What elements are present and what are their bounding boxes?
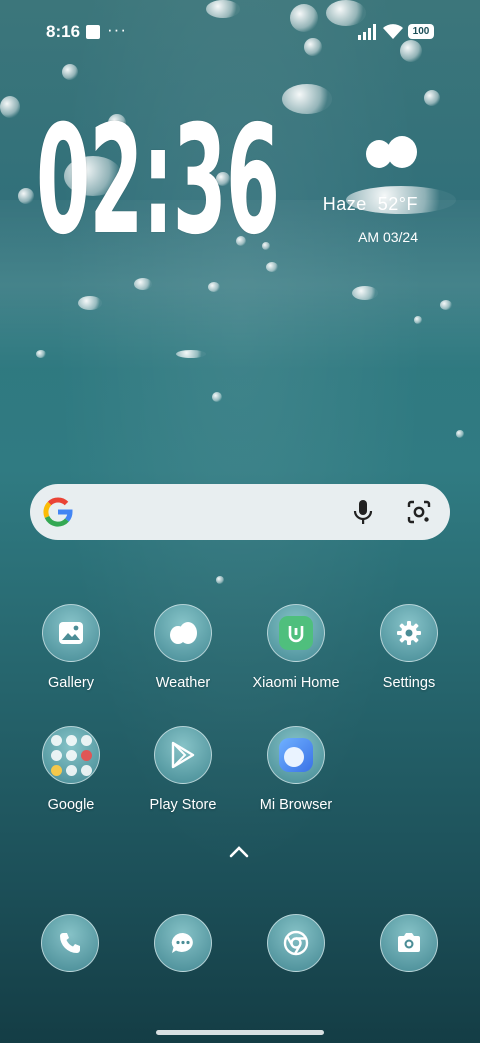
app-label: Settings	[382, 675, 436, 691]
weather-condition-temp: Haze 52°F	[323, 194, 418, 215]
app-label: Weather	[155, 675, 211, 691]
app-label: Xiaomi Home	[252, 675, 340, 691]
weather-temperature: 52°F	[377, 194, 418, 214]
status-time: 8:16	[46, 22, 81, 41]
app-label: Play Store	[149, 797, 217, 813]
dock-messages[interactable]	[154, 914, 212, 972]
home-indicator[interactable]	[156, 1030, 324, 1035]
app-label: Gallery	[48, 675, 94, 691]
weather-condition: Haze	[322, 194, 367, 214]
app-weather[interactable]: Weather	[128, 604, 238, 691]
xiaomi-home-icon	[267, 604, 325, 662]
wifi-icon	[383, 24, 403, 39]
google-search-bar[interactable]	[30, 484, 450, 540]
gallery-icon	[42, 604, 100, 662]
dock-phone[interactable]	[41, 914, 99, 972]
app-settings[interactable]: Settings	[354, 604, 464, 691]
app-mi-browser[interactable]: Mi Browser	[241, 726, 351, 813]
app-play-store[interactable]: Play Store	[128, 726, 238, 813]
signal-icon	[358, 24, 376, 40]
chrome-icon	[267, 914, 325, 972]
google-g-logo	[43, 497, 73, 527]
cloud-icon	[366, 136, 417, 168]
weather-icon	[154, 604, 212, 662]
app-label: Google	[47, 797, 95, 813]
gear-icon	[380, 604, 438, 662]
mic-icon[interactable]	[352, 499, 374, 525]
dock-camera[interactable]	[380, 914, 438, 972]
play-store-icon	[154, 726, 212, 784]
more-notifications-indicator: ···	[107, 20, 127, 39]
clock-widget[interactable]: 02:36	[36, 96, 280, 266]
camera-icon	[380, 914, 438, 972]
weather-updated: AM 03/24	[358, 229, 418, 245]
dock-chrome[interactable]	[267, 914, 325, 972]
app-label: Mi Browser	[259, 797, 333, 813]
notification-icon	[86, 25, 100, 39]
phone-icon	[41, 914, 99, 972]
status-bar: 8:16 ··· 100	[0, 0, 480, 64]
messages-icon	[154, 914, 212, 972]
app-xiaomi-home[interactable]: Xiaomi Home	[241, 604, 351, 691]
google-lens-icon[interactable]	[406, 499, 432, 525]
folder-icon	[42, 726, 100, 784]
mi-browser-icon	[267, 726, 325, 784]
app-folder-google[interactable]: Google	[16, 726, 126, 813]
app-gallery[interactable]: Gallery	[16, 604, 126, 691]
battery-indicator: 100	[408, 24, 434, 39]
chevron-up-icon[interactable]	[228, 842, 250, 860]
